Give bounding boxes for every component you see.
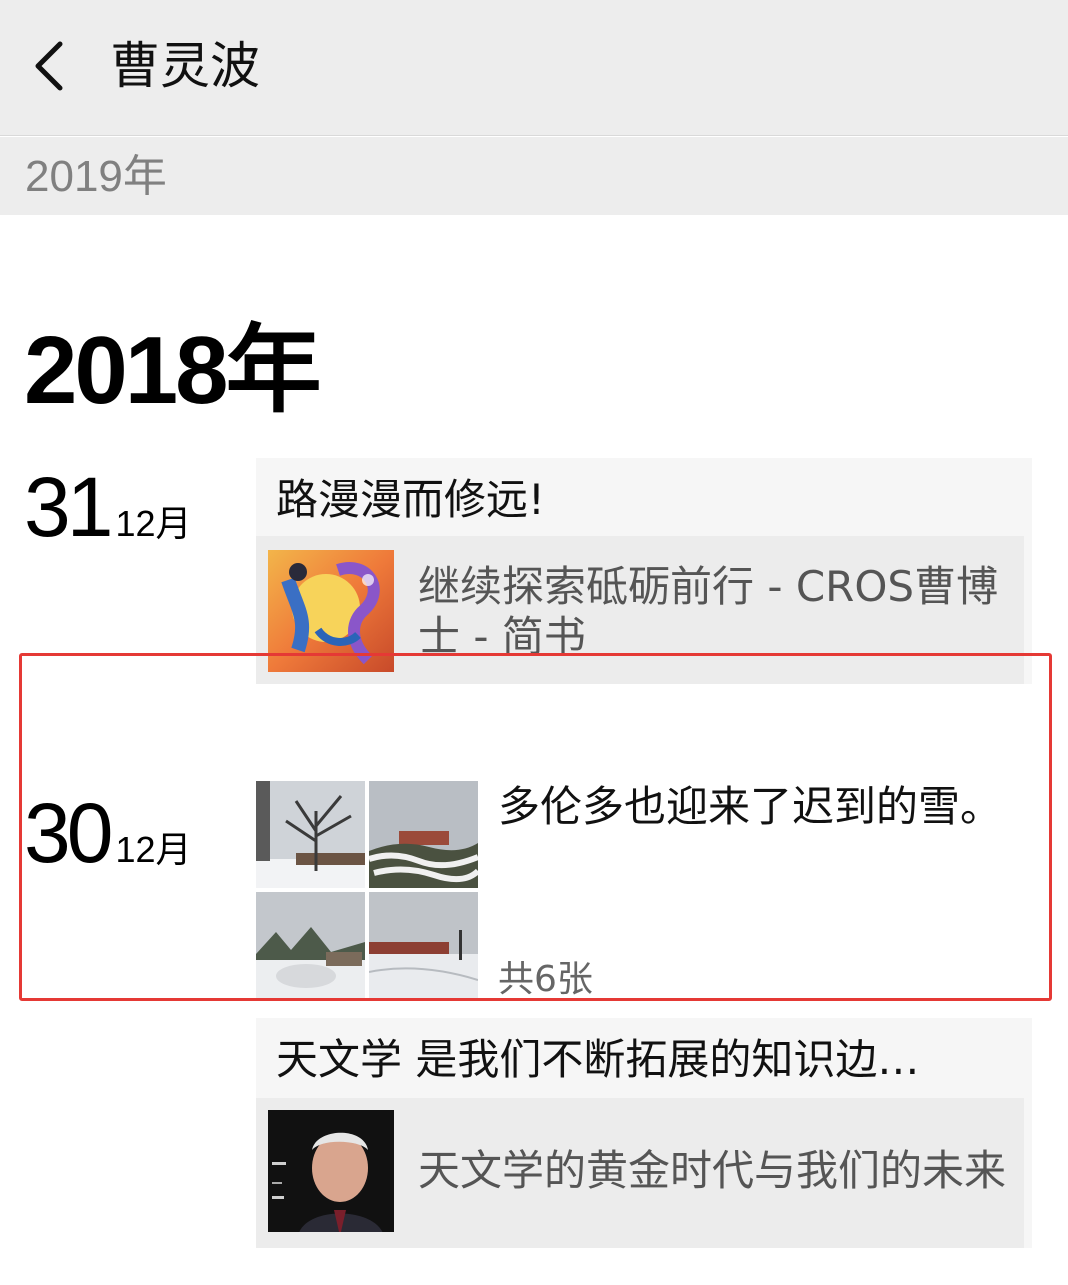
post-date: 30 12月 [24,788,191,878]
link-title: 继续探索砥砺前行 - CROS曹博士 - 简书 [418,562,999,661]
navbar: 曹灵波 [0,0,1068,136]
post-text: 多伦多也迎来了迟到的雪。 [498,782,1003,831]
year-bar-label: 2019年 [25,152,167,201]
post-title: 路漫漫而修远! [276,475,545,524]
link-thumbnail-portrait [268,1110,394,1232]
snow-photo-thumbnail[interactable] [369,892,478,999]
post-card-link[interactable]: 路漫漫而修远! 继续探索砥砺前行 - CROS曹博士 - 简书 [256,458,1032,684]
post-date-month: 12月 [115,829,192,870]
post-date-day: 30 [24,786,113,880]
post-date: 31 12月 [24,462,191,552]
year-bar-2019[interactable]: 2019年 [0,137,1068,215]
link-title: 天文学的黄金时代与我们的未来 [418,1146,1007,1195]
post-title: 天文学 是我们不断拓展的知识边… [276,1035,920,1084]
snow-photo-thumbnail[interactable] [256,781,365,888]
photo-grid[interactable] [256,781,478,999]
shared-link[interactable]: 天文学的黄金时代与我们的未来 [256,1098,1024,1248]
snow-photo-thumbnail[interactable] [256,892,365,999]
photo-count: 共6张 [498,959,593,1000]
back-chevron-icon[interactable] [28,38,72,94]
post-card-link[interactable]: 天文学 是我们不断拓展的知识边… 天文学的黄金时代与我们的未来 [256,1018,1032,1248]
link-thumbnail-illustration [268,550,394,672]
snow-photo-thumbnail[interactable] [369,781,478,888]
post-date-month: 12月 [115,503,192,544]
post-date-day: 31 [24,460,113,554]
year-heading: 2018年 [24,317,322,424]
page-title: 曹灵波 [110,37,260,95]
shared-link[interactable]: 继续探索砥砺前行 - CROS曹博士 - 简书 [256,536,1024,684]
